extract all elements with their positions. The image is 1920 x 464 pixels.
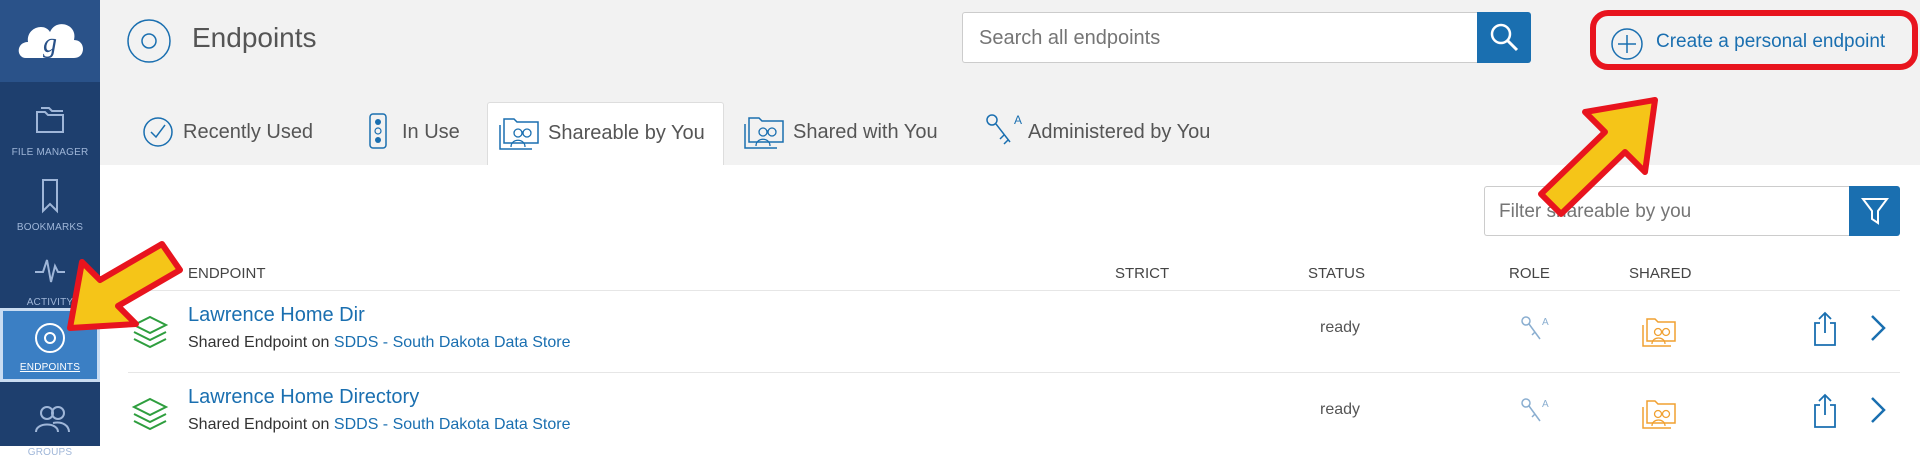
traffic-light-icon (369, 113, 387, 149)
svg-text:A: A (1542, 399, 1549, 410)
column-header-role: ROLE (1509, 265, 1550, 282)
folder-icon (36, 107, 64, 133)
endpoint-name-link[interactable]: Lawrence Home Directory (188, 386, 419, 409)
keys-icon: A (986, 113, 1022, 145)
shared-folder-icon (1642, 400, 1676, 429)
shared-folder-icon (1642, 318, 1676, 347)
status-text: ready (1320, 319, 1361, 336)
host-endpoint-link[interactable]: SDDS - South Dakota Data Store (334, 334, 571, 351)
page-title: Endpoints (192, 22, 317, 53)
search-icon (1490, 23, 1519, 52)
shared-endpoint-icon (131, 315, 169, 349)
share-icon[interactable] (1812, 311, 1838, 347)
shared-endpoint-icon (131, 397, 169, 431)
keys-icon: A (1521, 398, 1549, 422)
svg-text:g: g (43, 28, 57, 59)
endpoint-subtitle: Shared Endpoint on SDDS - South Dakota D… (188, 416, 570, 434)
chevron-right-icon[interactable] (1869, 313, 1887, 343)
globus-logo[interactable]: g (0, 0, 100, 82)
sidebar-item-label: BOOKMARKS (16, 222, 84, 233)
status-text: ready (1320, 401, 1361, 418)
tab-administered-by-you[interactable]: A Administered by You (978, 102, 1238, 165)
sidebar-item-endpoints[interactable]: ENDPOINTS (0, 308, 100, 382)
host-endpoint-link[interactable]: SDDS - South Dakota Data Store (334, 416, 571, 433)
tab-shareable-by-you[interactable]: Shareable by You (487, 102, 724, 165)
search-input[interactable] (963, 13, 1461, 63)
column-header-shared: SHARED (1629, 265, 1692, 282)
shareable-folder-icon (499, 118, 539, 150)
endpoint-type: Shared Endpoint on (188, 334, 330, 351)
tab-label: In Use (402, 121, 460, 143)
tab-shared-with-you[interactable]: Shared with You (735, 102, 955, 165)
plus-circle-icon (1611, 28, 1643, 60)
sidebar-item-activity[interactable]: ACTIVITY (0, 240, 100, 314)
endpoint-name-link[interactable]: Lawrence Home Dir (188, 304, 365, 327)
table-row[interactable]: Lawrence Home Dir Shared Endpoint on SDD… (128, 290, 1900, 371)
share-icon[interactable] (1812, 393, 1838, 429)
column-header-strict: STRICT (1115, 265, 1170, 282)
tab-label: Shared with You (793, 121, 938, 143)
keys-icon: A (1521, 316, 1549, 340)
svg-text:A: A (1014, 113, 1022, 127)
activity-icon (35, 259, 65, 283)
create-personal-endpoint-button[interactable]: Create a personal endpoint (1590, 10, 1918, 70)
endpoint-type: Shared Endpoint on (188, 416, 330, 433)
search-field[interactable] (962, 12, 1477, 63)
endpoint-subtitle: Shared Endpoint on SDDS - South Dakota D… (188, 334, 570, 352)
endpoint-icon (35, 323, 65, 353)
clock-icon (143, 117, 173, 147)
sidebar-item-label: FILE MANAGER (11, 147, 89, 158)
tab-label: Shareable by You (548, 122, 705, 144)
sidebar-item-groups[interactable]: GROUPS (0, 390, 100, 464)
table-row[interactable]: Lawrence Home Directory Shared Endpoint … (128, 372, 1900, 453)
groups-icon (35, 406, 70, 433)
search-button[interactable] (1477, 12, 1531, 63)
tab-label: Recently Used (183, 121, 314, 143)
sidebar-item-file-manager[interactable]: FILE MANAGER (0, 90, 100, 164)
svg-text:A: A (1542, 317, 1549, 328)
tab-recently-used[interactable]: Recently Used (130, 102, 320, 165)
sidebar-item-label: GROUPS (27, 447, 73, 458)
tab-label: Administered by You (1028, 121, 1211, 143)
column-header-status: STATUS (1308, 265, 1365, 282)
filter-button[interactable] (1849, 186, 1900, 236)
funnel-icon (1861, 198, 1889, 225)
filter-input[interactable] (1485, 187, 1841, 236)
column-header-endpoint: ENDPOINT (188, 265, 266, 282)
shared-folder-icon (744, 117, 784, 149)
endpoint-icon (127, 19, 171, 63)
bookmark-icon (42, 179, 58, 214)
create-endpoint-label: Create a personal endpoint (1656, 31, 1886, 52)
sidebar-item-bookmarks[interactable]: BOOKMARKS (0, 165, 100, 239)
tab-in-use[interactable]: In Use (358, 102, 478, 165)
sidebar-item-label: ENDPOINTS (19, 362, 81, 373)
chevron-right-icon[interactable] (1869, 395, 1887, 425)
filter-field[interactable] (1484, 186, 1849, 236)
sidebar: g FILE MANAGER BOOKMARKS ACTIVITY ENDPOI… (0, 0, 100, 458)
sidebar-item-label: ACTIVITY (26, 297, 74, 308)
